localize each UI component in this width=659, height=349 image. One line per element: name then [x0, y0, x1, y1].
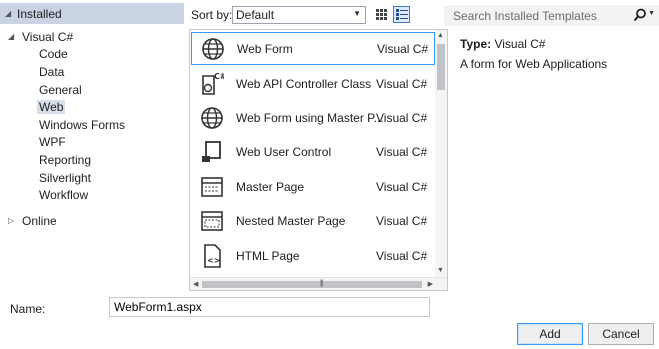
- search-installed-templates-input[interactable]: Search Installed Templates ▼: [444, 5, 659, 26]
- template-name: Web API Controller Class: [236, 76, 372, 91]
- type-value: Visual C#: [494, 37, 546, 51]
- tree-item-reporting[interactable]: Reporting: [0, 151, 184, 169]
- globe-icon: [200, 36, 226, 62]
- grip-icon: |||: [320, 280, 324, 287]
- nested-master-page-icon: [199, 208, 225, 234]
- tree-item-silverlight[interactable]: Silverlight: [0, 169, 184, 187]
- tree-item-code[interactable]: Code: [0, 46, 184, 64]
- svg-text:C#: C#: [214, 72, 224, 81]
- medium-icons-view-button[interactable]: [393, 6, 410, 23]
- template-item-web-form[interactable]: Web Form Visual C#: [191, 32, 435, 65]
- tree-item-workflow[interactable]: Workflow: [0, 186, 184, 204]
- svg-text:<>: <>: [207, 256, 220, 265]
- tree-item-windows-forms[interactable]: Windows Forms: [0, 116, 184, 134]
- sort-by-label: Sort by:: [191, 8, 233, 22]
- scroll-right-arrow-icon[interactable]: ▶: [428, 280, 433, 288]
- type-label: Type:: [460, 37, 492, 51]
- template-name: HTML Page: [236, 248, 300, 263]
- tree-item-data[interactable]: Data: [0, 63, 184, 81]
- grid-view-icon: [376, 9, 387, 20]
- add-button[interactable]: Add: [517, 323, 583, 345]
- template-name: Web Form using Master P...: [236, 110, 384, 125]
- globe-icon: [199, 105, 225, 131]
- tree-item-web[interactable]: Web: [0, 98, 184, 116]
- template-category-tree: ◢ Visual C# Code Data General Web Window…: [0, 28, 184, 230]
- sort-by-value: Default: [236, 8, 275, 22]
- vertical-scrollbar[interactable]: ▲ ▼: [435, 30, 447, 277]
- template-language: Visual C#: [376, 179, 428, 194]
- horizontal-scroll-thumb[interactable]: |||: [202, 280, 422, 288]
- template-item-html-page[interactable]: <> HTML Page Visual C#: [191, 239, 435, 272]
- template-language: Visual C#: [376, 213, 428, 228]
- tree-item-general[interactable]: General: [0, 81, 184, 99]
- search-icon[interactable]: [633, 8, 647, 22]
- tree-item-online[interactable]: ▷ Online: [0, 212, 184, 230]
- template-language: Visual C#: [376, 110, 428, 125]
- cancel-button[interactable]: Cancel: [588, 323, 654, 345]
- user-control-icon: [199, 139, 225, 165]
- template-language: Visual C#: [376, 248, 428, 263]
- list-view-icon: [395, 9, 408, 20]
- template-name: Nested Master Page: [236, 213, 346, 228]
- tree-item-visual-csharp[interactable]: ◢ Visual C#: [0, 28, 184, 46]
- name-label: Name:: [10, 302, 46, 316]
- template-list: Web Form Visual C# C# Web API Controller…: [189, 29, 448, 291]
- search-options-arrow-icon[interactable]: ▼: [648, 10, 655, 17]
- csharp-class-icon: C#: [199, 71, 225, 97]
- collapsed-triangle-icon[interactable]: ▷: [8, 216, 22, 225]
- template-item-nested-master-page[interactable]: Nested Master Page Visual C#: [191, 204, 435, 237]
- tree-item-wpf[interactable]: WPF: [0, 134, 184, 152]
- scroll-up-arrow-icon[interactable]: ▲: [437, 32, 444, 39]
- scroll-down-arrow-icon[interactable]: ▼: [437, 267, 444, 274]
- small-icons-view-button[interactable]: [373, 6, 390, 23]
- expanded-triangle-icon[interactable]: ◢: [8, 32, 22, 41]
- template-item-web-user-control[interactable]: Web User Control Visual C#: [191, 135, 435, 168]
- template-language: Visual C#: [376, 76, 428, 91]
- name-input[interactable]: [109, 297, 430, 317]
- html-page-icon: <>: [199, 243, 225, 269]
- sort-by-dropdown[interactable]: Default ▼: [232, 6, 366, 24]
- template-type: Type: Visual C#: [460, 37, 546, 51]
- template-name: Web Form: [237, 41, 293, 56]
- template-item-master-page[interactable]: Master Page Visual C#: [191, 170, 435, 203]
- template-language: Visual C#: [376, 144, 428, 159]
- dropdown-arrow-icon: ▼: [353, 9, 361, 18]
- template-description: A form for Web Applications: [460, 57, 608, 71]
- template-language: Visual C#: [377, 41, 429, 56]
- search-placeholder: Search Installed Templates: [453, 8, 597, 23]
- installed-header[interactable]: ◢ Installed: [0, 3, 184, 24]
- template-name: Master Page: [236, 179, 305, 194]
- template-item-web-api-controller-class[interactable]: C# Web API Controller Class Visual C#: [191, 67, 435, 100]
- master-page-icon: [199, 174, 225, 200]
- vertical-scroll-thumb[interactable]: [437, 44, 445, 90]
- scroll-left-arrow-icon[interactable]: ◀: [193, 280, 198, 288]
- template-name: Web User Control: [236, 144, 332, 159]
- installed-label: Installed: [17, 6, 62, 21]
- collapse-triangle-icon: ◢: [5, 9, 12, 18]
- template-item-web-form-using-master-page[interactable]: Web Form using Master P... Visual C#: [191, 101, 435, 134]
- horizontal-scrollbar[interactable]: ◀ ||| ▶: [190, 277, 447, 290]
